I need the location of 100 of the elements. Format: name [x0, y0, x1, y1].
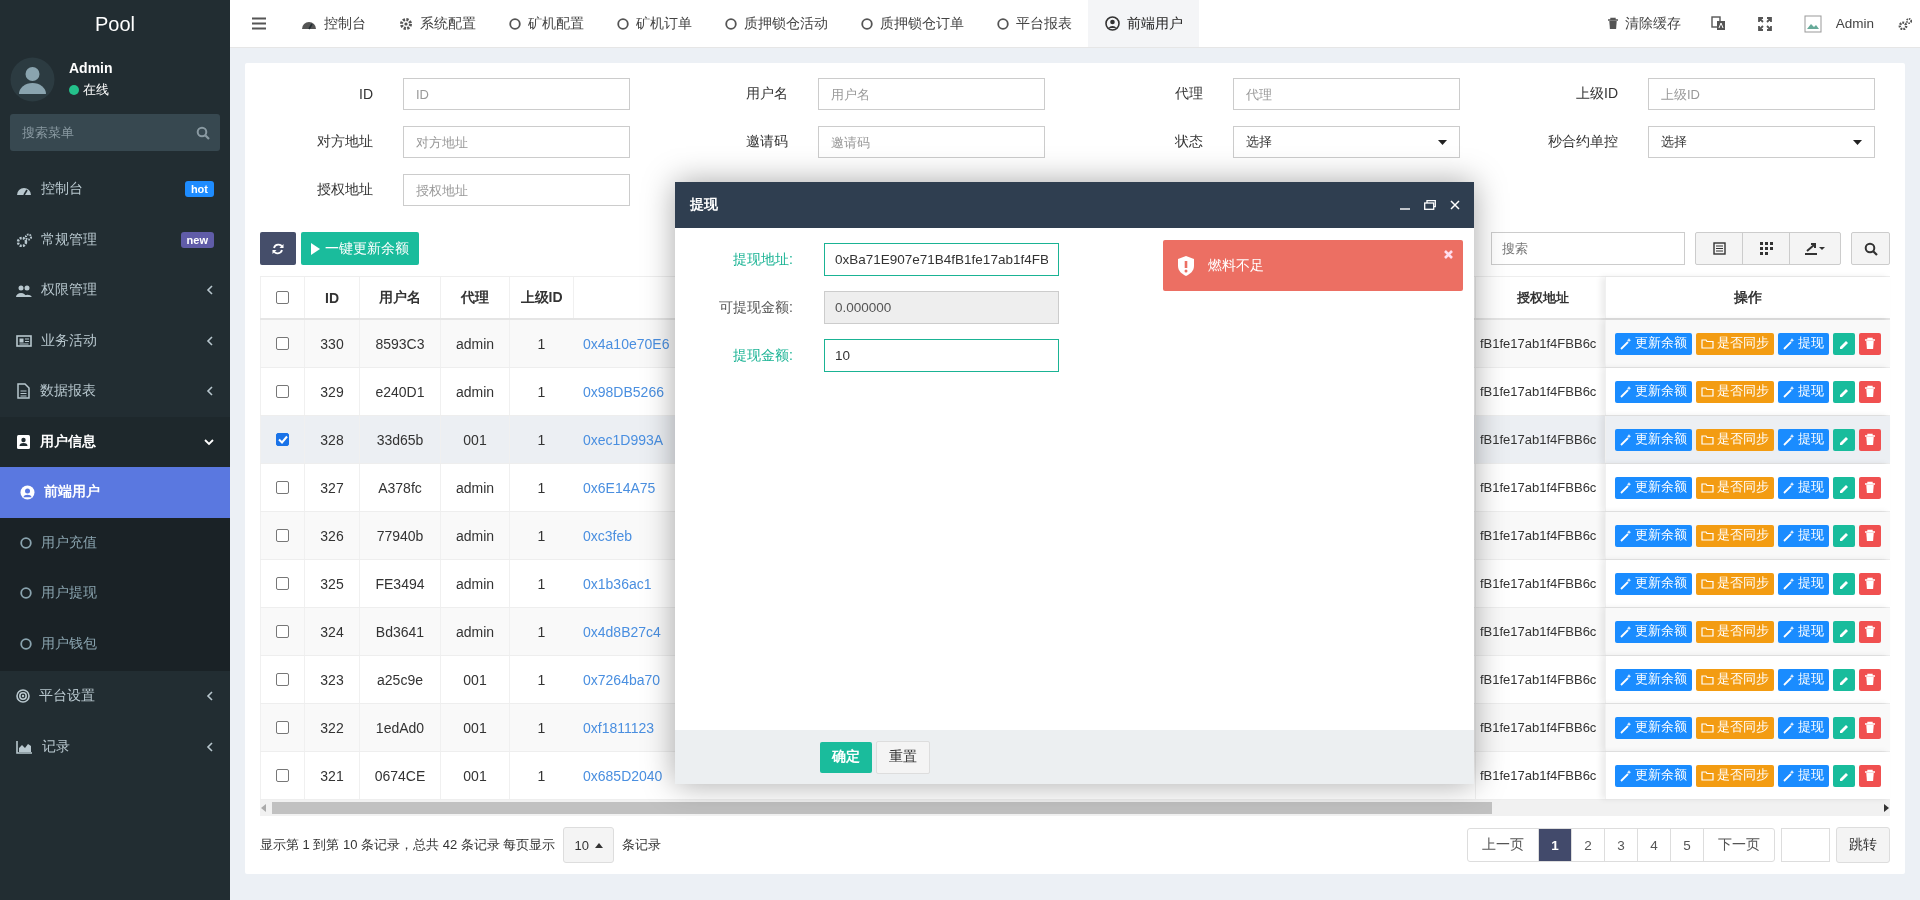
checkbox[interactable] [276, 577, 289, 590]
input-field[interactable]: 授权地址 [403, 174, 630, 206]
action-button[interactable]: 更新余额 [1615, 716, 1692, 739]
input-field[interactable]: 10 [824, 339, 1059, 372]
action-button[interactable]: 更新余额 [1615, 524, 1692, 547]
edit-button[interactable] [1833, 428, 1855, 451]
user-name[interactable]: Admin [1835, 16, 1874, 31]
address-link[interactable]: 0xf1811123 [583, 719, 655, 736]
refresh-button[interactable] [260, 232, 296, 265]
scroll-left-icon[interactable] [260, 804, 268, 812]
action-button[interactable]: 更新余额 [1615, 428, 1692, 451]
input-field[interactable]: 对方地址 [403, 126, 630, 158]
action-button[interactable]: 提现 [1778, 572, 1829, 595]
maximize-button[interactable] [1424, 200, 1436, 210]
confirm-button[interactable]: 确定 [820, 741, 872, 773]
checkbox[interactable] [276, 433, 289, 446]
edit-button[interactable] [1833, 380, 1855, 403]
address-link[interactable]: 0x7264ba70 [583, 671, 661, 688]
search-button[interactable] [1851, 232, 1890, 265]
input-field[interactable]: 代理 [1233, 78, 1460, 110]
reset-button[interactable]: 重置 [876, 740, 930, 774]
action-button[interactable]: 是否同步 [1696, 428, 1774, 451]
edit-button[interactable] [1833, 716, 1855, 739]
nav-tab[interactable]: 控制台 [284, 0, 382, 47]
nav-tab[interactable]: 平台报表 [980, 0, 1088, 47]
nav-tab[interactable]: 前端用户 [1088, 0, 1199, 47]
search-field[interactable]: 搜索 [1491, 232, 1685, 265]
menu-item[interactable]: 权限管理 [0, 265, 230, 316]
action-button[interactable]: 提现 [1778, 332, 1829, 355]
menu-item[interactable]: 控制台 hot [0, 164, 230, 215]
nav-tab[interactable]: 质押锁仓订单 [844, 0, 980, 47]
nav-tab[interactable]: 矿机配置 [492, 0, 600, 47]
menu-item[interactable]: 数据报表 [0, 366, 230, 417]
action-button[interactable]: 是否同步 [1696, 668, 1774, 691]
action-button[interactable]: 提现 [1778, 428, 1829, 451]
action-button[interactable]: 提现 [1778, 476, 1829, 499]
checkbox[interactable] [276, 337, 289, 350]
menu-item[interactable]: 用户提现 [0, 568, 230, 619]
action-button[interactable]: 更新余额 [1615, 668, 1692, 691]
close-button[interactable] [1450, 200, 1460, 210]
delete-button[interactable] [1859, 716, 1881, 739]
checkbox[interactable] [276, 481, 289, 494]
delete-button[interactable] [1859, 620, 1881, 643]
action-button[interactable]: 提现 [1778, 716, 1829, 739]
delete-button[interactable] [1859, 764, 1881, 787]
action-button[interactable]: 是否同步 [1696, 476, 1774, 499]
page-button[interactable]: 5 [1670, 829, 1703, 861]
address-link[interactable]: 0x1b36ac1 [583, 575, 652, 592]
search-field[interactable]: 搜索菜单 [10, 114, 220, 151]
update-balance-button[interactable]: 一键更新余额 [301, 232, 419, 265]
menu-item[interactable]: 记录 [0, 721, 230, 772]
input-field[interactable]: 用户名 [818, 78, 1045, 110]
address-link[interactable]: 0xc3feb [583, 527, 633, 544]
action-button[interactable]: 提现 [1778, 668, 1829, 691]
action-button[interactable]: 更新余额 [1615, 572, 1692, 595]
input-field[interactable]: ID [403, 78, 630, 110]
input-field[interactable]: 上级ID [1648, 78, 1875, 110]
nav-tab[interactable]: 质押锁仓活动 [708, 0, 844, 47]
action-button[interactable]: 提现 [1778, 524, 1829, 547]
action-button[interactable]: 是否同步 [1696, 332, 1774, 355]
address-link[interactable]: 0x685D2040 [583, 767, 663, 784]
clear-cache-button[interactable]: 清除缓存 [1592, 0, 1695, 47]
action-button[interactable]: 是否同步 [1696, 764, 1774, 787]
menu-item[interactable]: 平台设置 [0, 671, 230, 722]
checkbox[interactable] [276, 721, 289, 734]
delete-button[interactable] [1859, 428, 1881, 451]
action-button[interactable]: 是否同步 [1696, 620, 1774, 643]
page-button[interactable]: 2 [1571, 829, 1604, 861]
menu-item[interactable]: 前端用户 [0, 467, 230, 518]
input-field[interactable]: 0xBa71E907e71B4fB1fe17ab1f4FB [824, 243, 1059, 276]
select-field[interactable]: 选择 [1233, 126, 1460, 158]
prev-page-button[interactable]: 上一页 [1468, 829, 1538, 861]
jump-button[interactable]: 跳转 [1836, 827, 1890, 863]
action-button[interactable]: 是否同步 [1696, 380, 1774, 403]
checkbox[interactable] [276, 673, 289, 686]
input-field[interactable]: 邀请码 [818, 126, 1045, 158]
delete-button[interactable] [1859, 332, 1881, 355]
action-button[interactable]: 更新余额 [1615, 476, 1692, 499]
delete-button[interactable] [1859, 476, 1881, 499]
action-button[interactable]: 提现 [1778, 764, 1829, 787]
edit-button[interactable] [1833, 332, 1855, 355]
action-button[interactable]: 提现 [1778, 380, 1829, 403]
delete-button[interactable] [1859, 572, 1881, 595]
action-button[interactable]: 更新余额 [1615, 332, 1692, 355]
action-button[interactable]: 提现 [1778, 620, 1829, 643]
action-button[interactable]: 是否同步 [1696, 716, 1774, 739]
edit-button[interactable] [1833, 524, 1855, 547]
edit-button[interactable] [1833, 572, 1855, 595]
action-button[interactable]: 更新余额 [1615, 620, 1692, 643]
action-button[interactable]: 更新余额 [1615, 764, 1692, 787]
select-field[interactable]: 选择 [1648, 126, 1875, 158]
action-button[interactable]: 更新余额 [1615, 380, 1692, 403]
action-button[interactable]: 是否同步 [1696, 572, 1774, 595]
address-link[interactable]: 0x98DB5266 [583, 383, 664, 400]
page-size-dropdown[interactable]: 10 [563, 827, 614, 863]
edit-button[interactable] [1833, 764, 1855, 787]
scroll-right-icon[interactable] [1882, 804, 1890, 812]
delete-button[interactable] [1859, 668, 1881, 691]
next-page-button[interactable]: 下一页 [1703, 829, 1774, 861]
edit-button[interactable] [1833, 620, 1855, 643]
